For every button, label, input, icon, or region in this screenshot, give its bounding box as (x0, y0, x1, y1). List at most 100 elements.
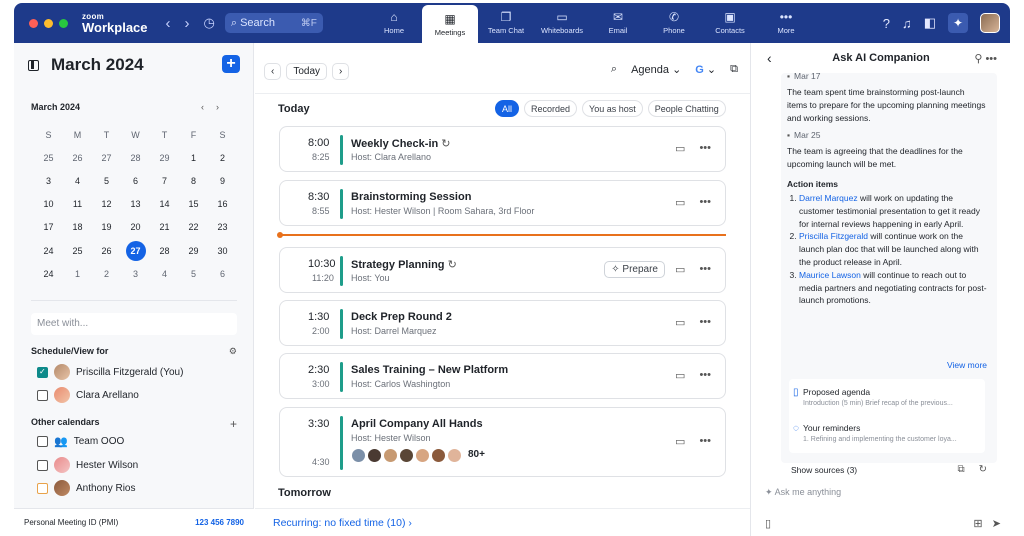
calendar-day[interactable]: 1 (179, 146, 208, 169)
ai-companion-button[interactable]: ✦ (948, 13, 968, 33)
calendar-day[interactable]: 27 (92, 146, 121, 169)
maximize-window-button[interactable] (59, 18, 68, 28)
calendar-day[interactable]: 8 (179, 169, 208, 192)
calendar-day[interactable]: 12 (92, 193, 121, 216)
calendar-day[interactable]: 20 (121, 216, 150, 239)
ask-input[interactable]: ✦ Ask me anything (765, 487, 841, 498)
bell-icon[interactable]: ♫ (902, 16, 912, 31)
calendar-day[interactable]: 1 (63, 262, 92, 285)
filter-people-chatting[interactable]: People Chatting (647, 100, 726, 117)
forward-arrow-icon[interactable]: › (185, 15, 190, 32)
checkbox[interactable] (37, 482, 48, 494)
today-button[interactable]: Today (286, 63, 328, 80)
calendar-day[interactable]: 2 (92, 262, 121, 285)
prepare-button[interactable]: ✧ Prepare (604, 261, 665, 278)
person-link[interactable]: Darrel Marquez (799, 193, 858, 203)
view-more-link[interactable]: View more (947, 360, 987, 370)
calendar-day[interactable]: 25 (63, 239, 92, 262)
chat-icon[interactable]: ▭ (675, 196, 685, 209)
pmi-value[interactable]: 123 456 7890 (195, 518, 244, 527)
history-icon[interactable]: ◷ (204, 15, 215, 31)
tab-team-chat[interactable]: ❐ Team Chat (478, 3, 534, 43)
calendar-day[interactable]: 28 (121, 146, 150, 169)
calendar-day[interactable]: 21 (150, 216, 179, 239)
calendar-day-selected[interactable]: 27 (121, 239, 150, 262)
schedule-person[interactable]: Clara Arellano (37, 387, 139, 403)
calendar-day[interactable]: 15 (179, 193, 208, 216)
next-day-button[interactable]: › (332, 63, 350, 80)
tab-phone[interactable]: ✆ Phone (646, 3, 702, 43)
minimize-window-button[interactable] (44, 18, 53, 28)
search-input[interactable]: ⌕ Search ⌘F (224, 13, 323, 33)
filter-you-as-host[interactable]: You as host (582, 100, 643, 117)
schedule-person[interactable]: Priscilla Fitzgerald (You) (37, 364, 183, 380)
prev-month-icon[interactable]: ‹ (201, 102, 216, 112)
chat-icon[interactable]: ▭ (675, 435, 685, 448)
source-item[interactable]: ◌ Your reminders 1. Refining and impleme… (793, 423, 957, 443)
calendar-day[interactable]: 3 (34, 169, 63, 192)
tab-meetings[interactable]: ▦ Meetings (422, 5, 478, 45)
calendar-day[interactable]: 30 (208, 239, 237, 262)
view-select[interactable]: Agenda ⌄ (631, 63, 681, 76)
event-card[interactable]: 3:30 4:30 April Company All Hands Host: … (279, 407, 726, 477)
calendar-day[interactable]: 24 (34, 239, 63, 262)
person-link[interactable]: Maurice Lawson (799, 270, 861, 280)
refresh-icon[interactable]: ↻ (979, 464, 987, 475)
copy-icon[interactable]: ⧉ (957, 464, 964, 475)
prev-day-button[interactable]: ‹ (264, 63, 282, 80)
checkbox[interactable] (37, 459, 48, 471)
calendar-day[interactable]: 19 (92, 216, 121, 239)
calendar-day[interactable]: 16 (208, 193, 237, 216)
calendar-source-select[interactable]: G ⌄ (695, 63, 716, 76)
person-link[interactable]: Priscilla Fitzgerald (799, 231, 868, 241)
calendar-day[interactable]: 17 (34, 216, 63, 239)
calendar-day[interactable]: 2 (208, 146, 237, 169)
calendar-day[interactable]: 22 (179, 216, 208, 239)
tab-email[interactable]: ✉ Email (590, 3, 646, 43)
more-options-icon[interactable]: ••• (699, 263, 711, 276)
tab-whiteboards[interactable]: ▭ Whiteboards (534, 3, 590, 43)
calendar-day[interactable]: 11 (63, 193, 92, 216)
calendar-day[interactable]: 29 (150, 146, 179, 169)
settings-gear-icon[interactable]: ⚙ (229, 346, 237, 357)
calendar-day[interactable]: 24 (34, 262, 63, 285)
add-calendar-icon[interactable]: + (230, 417, 237, 431)
event-card[interactable]: 2:30 3:00 Sales Training – New Platform … (279, 353, 726, 399)
chat-icon[interactable]: ▭ (675, 369, 685, 382)
calendar-day[interactable]: 6 (121, 169, 150, 192)
tab-home[interactable]: ⌂ Home (366, 3, 422, 43)
help-icon[interactable]: ? (883, 16, 890, 31)
open-external-icon[interactable]: ⧉ (730, 63, 738, 76)
calendar-day[interactable]: 5 (92, 169, 121, 192)
show-sources-button[interactable]: Show sources (3) (791, 465, 857, 475)
back-arrow-icon[interactable]: ‹ (166, 15, 171, 32)
meet-with-input[interactable]: Meet with... (31, 313, 237, 335)
calendar-day[interactable]: 23 (208, 216, 237, 239)
event-card[interactable]: 1:30 2:00 Deck Prep Round 2 Host: Darrel… (279, 300, 726, 346)
attach-document-icon[interactable]: ▯ (765, 517, 771, 530)
calendar-day[interactable]: 25 (34, 146, 63, 169)
calendar-day[interactable]: 5 (179, 262, 208, 285)
person-settings-icon[interactable]: ⚲ (974, 53, 982, 65)
calendar-day[interactable]: 18 (63, 216, 92, 239)
other-calendar-item[interactable]: Hester Wilson (37, 457, 138, 473)
back-icon[interactable]: ‹ (767, 50, 772, 66)
checkbox[interactable] (37, 366, 48, 378)
checkbox[interactable] (37, 389, 48, 401)
split-view-icon[interactable]: ◧ (924, 15, 936, 31)
tab-more[interactable]: ••• More (758, 3, 814, 43)
calendar-day[interactable]: 4 (63, 169, 92, 192)
more-options-icon[interactable]: ••• (699, 369, 711, 382)
calendar-day[interactable]: 14 (150, 193, 179, 216)
chat-icon[interactable]: ▭ (675, 316, 685, 329)
calendar-day[interactable]: 7 (150, 169, 179, 192)
calendar-day[interactable]: 9 (208, 169, 237, 192)
add-event-button[interactable]: + (222, 55, 240, 73)
calendar-day[interactable]: 28 (150, 239, 179, 262)
checkbox[interactable] (37, 436, 48, 447)
next-month-icon[interactable]: › (216, 102, 231, 112)
chat-icon[interactable]: ▭ (675, 263, 685, 276)
more-options-icon[interactable]: ••• (699, 316, 711, 329)
chat-icon[interactable]: ▭ (675, 142, 685, 155)
attendee-avatars[interactable]: 80+ (351, 448, 485, 463)
